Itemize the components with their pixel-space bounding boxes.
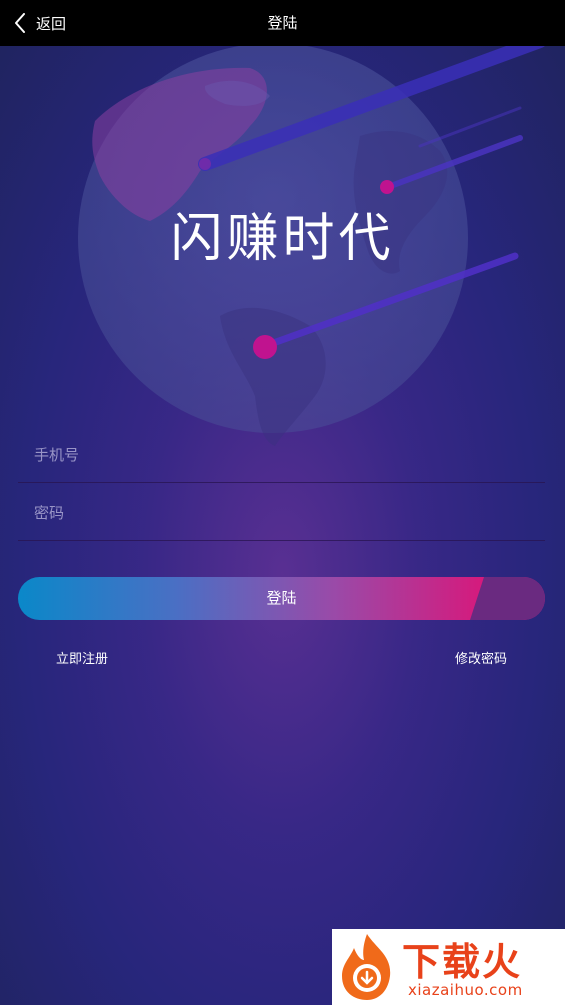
flame-logo-icon [342,934,391,1000]
location-dot-large [253,335,277,359]
watermark-url: xiazaihuo.com [408,981,523,999]
change-password-link[interactable]: 修改密码 [455,648,507,667]
register-link[interactable]: 立即注册 [56,648,108,667]
top-nav-bar: 返回 登陆 [0,0,565,46]
login-screen: 闪赚时代 登陆 立即注册 修改密码 [0,46,565,1005]
password-input[interactable] [32,484,536,542]
watermark-logo: 下载火 xiazaihuo.com [332,929,565,1005]
watermark-title: 下载火 [402,940,523,984]
brand-logo-text: 闪赚时代 [170,209,395,269]
location-dot-small [380,180,394,194]
phone-input[interactable] [32,426,536,484]
login-button[interactable]: 登陆 [18,577,545,620]
login-button-label: 登陆 [266,589,297,607]
password-field [18,484,545,542]
page-title: 登陆 [267,14,298,32]
phone-field [18,426,545,484]
